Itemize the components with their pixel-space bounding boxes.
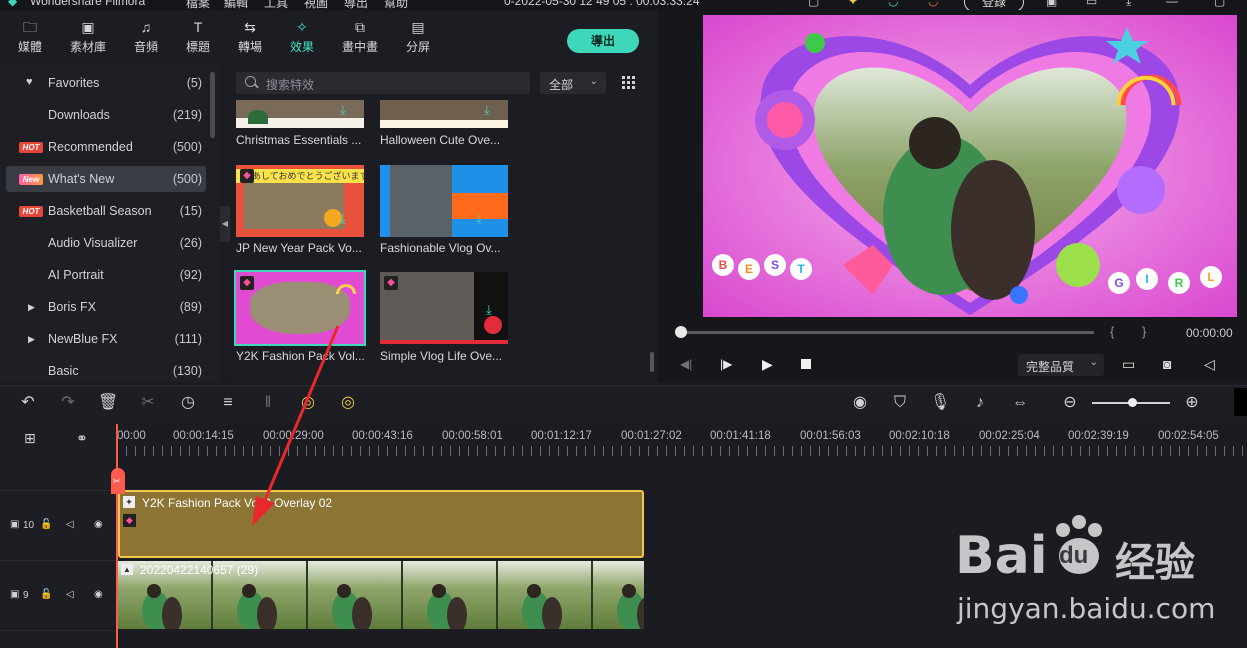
baidu-watermark: Bai du 经验 jingyan.baidu.com — [955, 512, 1245, 632]
watermark-brand-du: du — [1059, 542, 1089, 569]
watermark-brand: Bai — [955, 526, 1048, 586]
watermark-url: jingyan.baidu.com — [957, 592, 1216, 625]
watermark-cn: 经验 — [1115, 540, 1195, 586]
